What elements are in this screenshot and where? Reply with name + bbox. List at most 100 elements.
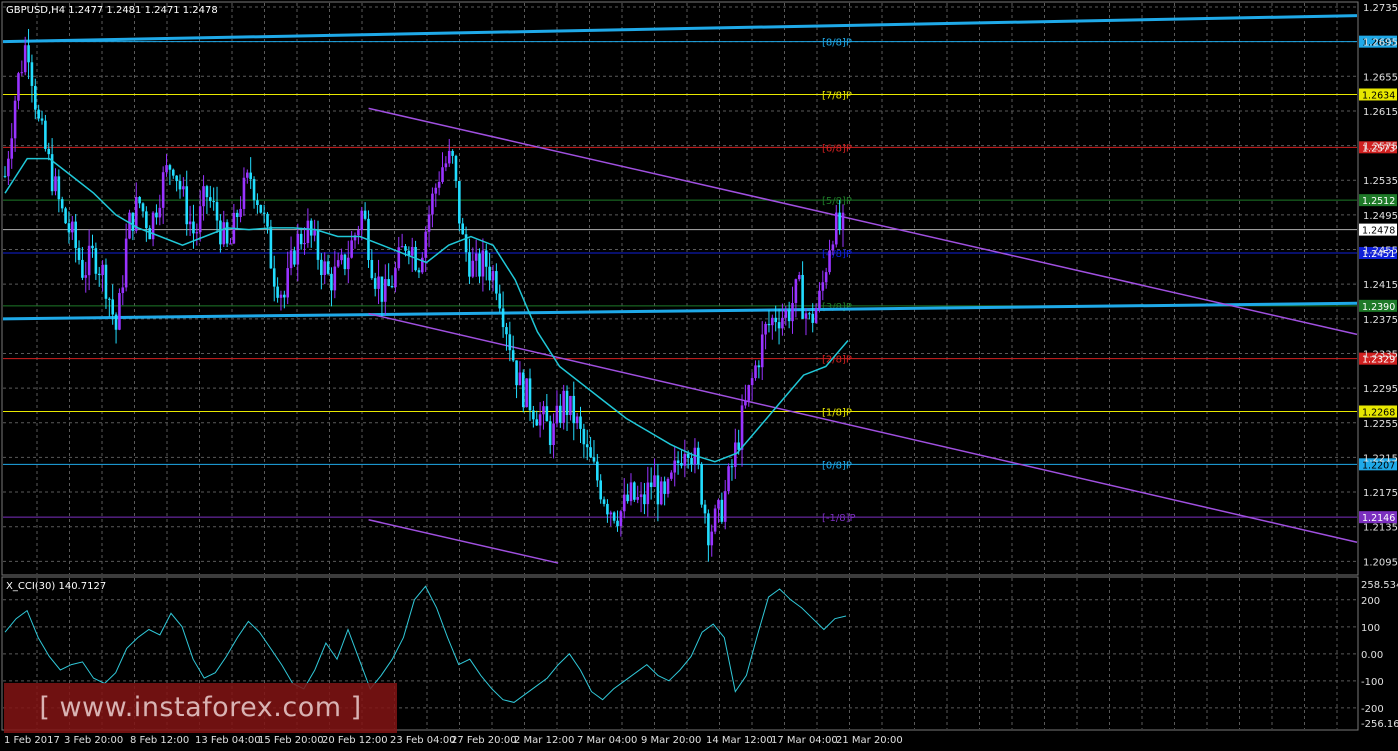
candle-body — [91, 245, 94, 249]
candle-body — [619, 511, 623, 527]
candle-body — [47, 148, 51, 155]
candle-body — [495, 271, 498, 294]
candle-body — [101, 264, 104, 275]
time-tick-label: 7 Mar 04:00 — [577, 735, 637, 746]
candle-body — [272, 268, 276, 287]
candle-body — [532, 410, 535, 420]
candle-body — [569, 395, 572, 415]
price-tick-label: 1.2375 — [1363, 315, 1398, 326]
candle-body — [23, 45, 27, 73]
candle-body — [350, 240, 353, 258]
candle-body — [747, 385, 751, 401]
time-tick-label: 8 Feb 12:00 — [130, 735, 189, 746]
time-tick-label: 9 Mar 20:00 — [641, 735, 701, 746]
candle-body — [659, 481, 663, 505]
candle-body — [760, 334, 764, 368]
candle-body — [71, 221, 74, 233]
candle-body — [649, 482, 653, 488]
candle-body — [474, 253, 478, 261]
cci-tick-label: -200 — [1361, 704, 1384, 715]
candle-body — [710, 531, 714, 546]
candle-body — [400, 246, 404, 248]
candle-body — [397, 247, 401, 269]
candle-body — [828, 250, 831, 273]
candle-body — [185, 186, 189, 225]
price-tick-label: 1.2495 — [1363, 211, 1398, 222]
murrey-level-label: [1/8]P — [822, 407, 852, 418]
candle-body — [330, 273, 333, 291]
candle-body — [299, 233, 303, 245]
price-tick-label: 1.2255 — [1363, 419, 1398, 430]
candle-body — [84, 275, 88, 278]
candle-body — [821, 282, 825, 291]
price-tick-label: 1.2735 — [1363, 3, 1398, 14]
candle-body — [781, 317, 784, 329]
price-tick-label: 1.2175 — [1363, 488, 1398, 499]
candle-body — [20, 72, 24, 74]
candle-body — [215, 202, 219, 221]
candle-body — [643, 494, 646, 505]
candle-body — [750, 378, 754, 386]
candle-body — [754, 365, 757, 379]
candle-body — [511, 350, 515, 361]
candle-body — [434, 187, 438, 194]
cci-tick-label: 258.534 — [1361, 580, 1398, 591]
time-tick-label: 13 Feb 04:00 — [195, 735, 261, 746]
candle-body — [602, 499, 606, 504]
candle-body — [293, 250, 296, 265]
candle-body — [454, 155, 458, 181]
candle-body — [481, 250, 485, 277]
candle-body — [3, 175, 7, 177]
price-tag-label: 1.2512 — [1362, 196, 1395, 207]
candle-body — [151, 212, 155, 240]
candle-body — [118, 293, 121, 330]
candle-body — [592, 457, 596, 462]
indicator-info: X_CCI(30) 140.7127 — [6, 581, 106, 592]
candle-body — [175, 175, 178, 182]
candle-body — [235, 212, 239, 218]
candle-body — [44, 120, 47, 149]
murrey-level-label: [4/8]P — [822, 249, 852, 260]
candle-body — [346, 257, 350, 270]
murrey-level-label: [7/8]P — [822, 90, 852, 101]
candle-body — [478, 253, 481, 277]
candle-body — [545, 406, 549, 422]
candle-body — [616, 520, 619, 527]
price-tick-label: 1.2215 — [1363, 453, 1398, 464]
time-tick-label: 1 Feb 2017 — [4, 735, 60, 746]
candle-body — [148, 228, 152, 240]
candle-body — [622, 494, 626, 512]
candle-body — [306, 220, 310, 244]
candle-body — [723, 491, 727, 522]
candle-body — [841, 212, 845, 230]
candle-body — [535, 419, 539, 426]
candle-body — [360, 210, 364, 231]
candle-body — [262, 212, 266, 214]
candle-body — [303, 243, 306, 245]
candle-body — [491, 271, 495, 281]
candle-body — [801, 274, 804, 319]
candle-body — [363, 210, 367, 219]
candle-body — [791, 303, 794, 322]
candle-body — [767, 323, 771, 326]
candle-body — [380, 276, 384, 302]
candle-body — [461, 223, 465, 235]
candle-body — [737, 442, 740, 450]
candle-body — [525, 378, 528, 408]
candle-body — [508, 334, 512, 351]
candle-body — [606, 503, 609, 515]
symbol-info: GBPUSD,H4 1.2477 1.2481 1.2471 1.2478 — [6, 5, 218, 16]
candle-body — [673, 460, 677, 473]
candle-body — [818, 290, 821, 309]
candle-body — [266, 213, 269, 227]
candle-body — [501, 308, 505, 328]
candle-body — [131, 212, 135, 231]
candle-body — [7, 158, 10, 177]
candle-body — [629, 482, 633, 502]
candle-body — [37, 109, 40, 119]
candle-body — [808, 313, 811, 315]
price-tag-label: 1.2634 — [1362, 90, 1395, 101]
candle-body — [27, 45, 30, 63]
candle-body — [794, 279, 798, 304]
price-tick-label: 1.2135 — [1363, 523, 1398, 534]
